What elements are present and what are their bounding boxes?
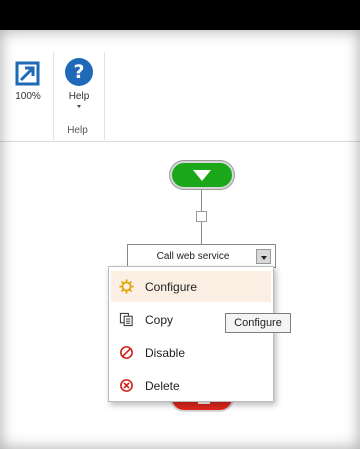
menu-item-configure[interactable]: Configure [111,271,271,302]
step-context-menu: Configure Copy Disable Delete [108,266,274,402]
tooltip: Configure [225,313,291,333]
connector-line [201,189,202,211]
chevron-down-icon[interactable] [77,105,81,108]
step-menu-dropdown-button[interactable] [256,249,271,264]
ribbon-separator [53,52,54,140]
zoom-reset-icon [15,61,40,86]
help-button[interactable]: ? Help [60,57,98,115]
ribbon-group-label: Help [67,125,88,136]
zoom-button-label: 100% [15,91,41,102]
ribbon-toolbar [0,30,360,142]
gear-icon [119,279,134,294]
window-title-bar [0,0,360,30]
connector-line [201,222,202,244]
workflow-start-node[interactable] [170,161,234,189]
start-arrow-icon [193,170,211,181]
menu-item-label: Disable [145,346,186,360]
disable-icon [120,346,133,359]
help-icon: ? [65,58,93,86]
copy-icon [119,312,133,327]
menu-item-label: Delete [145,379,180,393]
zoom-100-button[interactable]: 100% [8,58,48,106]
menu-item-disable[interactable]: Disable [111,337,271,368]
menu-item-label: Copy [145,313,174,327]
help-button-label: Help [68,91,90,102]
menu-item-label: Configure [145,280,198,294]
ribbon-separator [104,52,105,140]
workflow-step-call-web-service[interactable]: Call web service [127,244,276,268]
menu-item-delete[interactable]: Delete [111,370,271,401]
delete-icon [120,379,133,392]
step-title: Call web service [156,251,230,262]
connector-insert-point[interactable] [196,211,207,222]
